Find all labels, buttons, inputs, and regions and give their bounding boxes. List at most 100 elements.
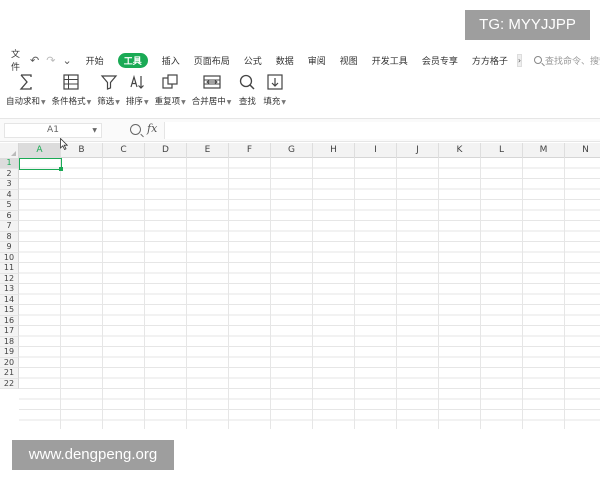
row-header[interactable]: 5	[0, 200, 19, 211]
tool-sum[interactable]: 自动求和▼	[6, 72, 46, 108]
row-header[interactable]: 21	[0, 368, 19, 379]
chevron-down-icon[interactable]: ▼	[144, 99, 149, 106]
find-icon	[240, 74, 255, 90]
tool-conditional-format[interactable]: 条件格式▼	[52, 72, 92, 108]
column-header[interactable]: H	[313, 143, 355, 158]
zoom-search-icon[interactable]	[130, 124, 141, 135]
tab-5[interactable]: 数据	[276, 54, 294, 67]
column-header[interactable]: E	[187, 143, 229, 158]
tab-3[interactable]: 页面布局	[194, 54, 230, 67]
row-header[interactable]: 11	[0, 263, 19, 274]
row-header[interactable]: 8	[0, 231, 19, 242]
tab-scroll-right-icon[interactable]: ›	[516, 53, 523, 67]
row-header[interactable]: 18	[0, 336, 19, 347]
menu-bar: 文件 ↶ ↷ ⌄ 开始 工具 插入 页面布局 公式 数据 审阅 视图 开发工具 会员专享 方方格子 …	[0, 47, 600, 73]
cell-area[interactable]	[19, 158, 600, 429]
fill-icon	[267, 74, 283, 90]
tool-label-text: 排序	[125, 97, 143, 107]
chevron-down-icon[interactable]: ▼	[281, 99, 286, 106]
chevron-down-icon[interactable]: ▼	[227, 99, 232, 106]
row-header[interactable]: 12	[0, 273, 19, 284]
fx-icon[interactable]: fx	[147, 122, 157, 135]
command-search[interactable]: 查找命令、搜索模板	[534, 54, 600, 67]
tab-9[interactable]: 会员专享	[422, 54, 458, 67]
search-placeholder: 查找命令、搜索模板	[545, 56, 600, 67]
tool-label: 排序▼	[126, 95, 149, 107]
column-header[interactable]: A	[19, 143, 61, 158]
column-header[interactable]: N	[565, 143, 600, 158]
tool-label: 重复项▼	[155, 95, 186, 107]
chevron-down-icon[interactable]: ▼	[115, 99, 120, 106]
fill-handle[interactable]	[59, 167, 63, 171]
row-header[interactable]: 7	[0, 221, 19, 232]
row-header[interactable]: 9	[0, 242, 19, 253]
mouse-cursor-icon	[60, 138, 68, 150]
formula-input[interactable]	[164, 122, 600, 139]
row-header[interactable]: 1	[0, 158, 19, 169]
tab-0[interactable]: 开始	[86, 54, 104, 67]
column-header[interactable]: J	[397, 143, 439, 158]
row-header[interactable]: 2	[0, 168, 19, 179]
tool-label-text: 条件格式	[51, 97, 86, 107]
active-cell[interactable]	[19, 158, 62, 170]
row-header[interactable]: 19	[0, 347, 19, 358]
column-header[interactable]: I	[355, 143, 397, 158]
conditional-format-icon	[63, 74, 80, 90]
column-header[interactable]: D	[145, 143, 187, 158]
tab-7[interactable]: 视图	[340, 54, 358, 67]
tool-sort[interactable]: 排序▼	[126, 72, 149, 108]
tab-2[interactable]: 插入	[162, 54, 180, 67]
row-header[interactable]: 13	[0, 284, 19, 295]
row-header[interactable]: 20	[0, 357, 19, 368]
tool-fill[interactable]: 填充▼	[263, 72, 286, 108]
name-box[interactable]: A1 ▼	[4, 123, 102, 138]
column-header[interactable]: F	[229, 143, 271, 158]
tool-label-text: 填充	[263, 97, 281, 107]
tool-merge-center[interactable]: 合并居中▼	[192, 72, 232, 108]
column-header[interactable]: K	[439, 143, 481, 158]
chevron-down-icon[interactable]: ▼	[41, 99, 46, 106]
undo-icon[interactable]: ↶	[30, 54, 39, 67]
column-header[interactable]: L	[481, 143, 523, 158]
row-header[interactable]: 17	[0, 326, 19, 337]
row-header[interactable]: 14	[0, 294, 19, 305]
column-header[interactable]: G	[271, 143, 313, 158]
quick-access-dropdown-icon[interactable]: ⌄	[62, 54, 71, 67]
tool-find[interactable]: 查找	[237, 72, 257, 108]
row-header[interactable]: 6	[0, 210, 19, 221]
tool-label-text: 查找	[238, 97, 256, 107]
row-header[interactable]: 4	[0, 189, 19, 200]
tool-label-text: 筛选	[97, 97, 115, 107]
tab-6[interactable]: 审阅	[308, 54, 326, 67]
row-header[interactable]: 15	[0, 305, 19, 316]
tab-8[interactable]: 开发工具	[372, 54, 408, 67]
tool-label: 合并居中▼	[192, 95, 232, 107]
row-header[interactable]: 3	[0, 179, 19, 190]
tool-label: 填充▼	[263, 95, 286, 107]
row-header[interactable]: 10	[0, 252, 19, 263]
sum-icon	[19, 74, 32, 90]
tool-duplicates[interactable]: 重复项▼	[155, 72, 186, 108]
row-header[interactable]: 22	[0, 378, 19, 389]
tool-label: 条件格式▼	[52, 95, 92, 107]
tab-1[interactable]: 工具	[117, 52, 148, 68]
merge-center-icon	[202, 75, 221, 89]
filter-icon	[100, 75, 117, 90]
tool-label: 自动求和▼	[6, 95, 46, 107]
chevron-down-icon[interactable]: ▼	[92, 124, 97, 137]
watermark-top: TG: MYYJJPP	[465, 10, 590, 40]
name-box-value: A1	[47, 125, 59, 135]
select-all-corner[interactable]	[0, 143, 19, 158]
tab-4[interactable]: 公式	[244, 54, 262, 67]
row-header[interactable]: 16	[0, 315, 19, 326]
redo-icon[interactable]: ↷	[46, 54, 55, 67]
column-header[interactable]: C	[103, 143, 145, 158]
chevron-down-icon[interactable]: ▼	[87, 99, 92, 106]
tab-10[interactable]: 方方格子	[472, 54, 508, 67]
duplicates-icon	[162, 74, 178, 89]
tool-filter[interactable]: 筛选▼	[97, 72, 120, 108]
chevron-down-icon[interactable]: ▼	[181, 99, 186, 106]
file-menu[interactable]: 文件	[11, 47, 20, 73]
search-icon	[534, 56, 543, 64]
column-header[interactable]: M	[523, 143, 565, 158]
